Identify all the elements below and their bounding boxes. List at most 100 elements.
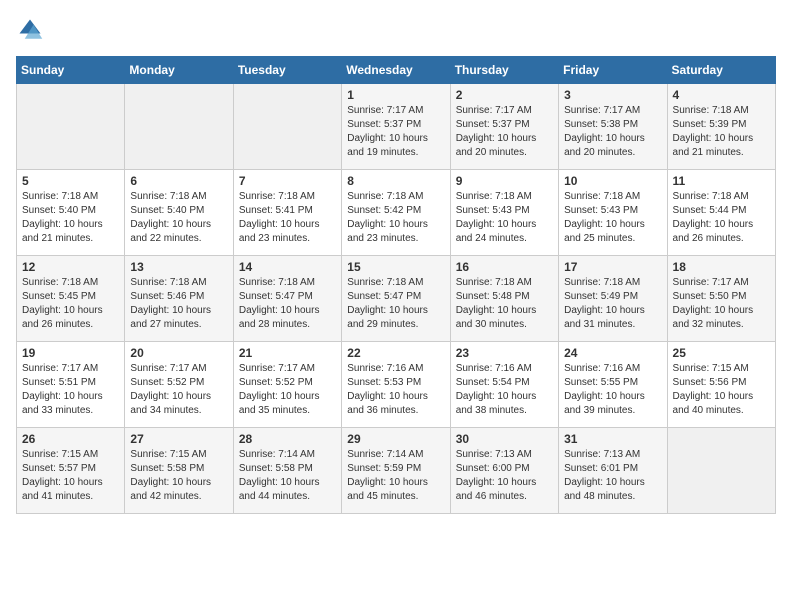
day-info: Sunrise: 7:18 AM Sunset: 5:43 PM Dayligh… bbox=[564, 190, 661, 246]
day-info: Sunrise: 7:18 AM Sunset: 5:40 PM Dayligh… bbox=[22, 190, 119, 246]
day-number: 16 bbox=[456, 260, 553, 274]
day-cell: 19Sunrise: 7:17 AM Sunset: 5:51 PM Dayli… bbox=[17, 342, 125, 428]
day-info: Sunrise: 7:18 AM Sunset: 5:39 PM Dayligh… bbox=[673, 104, 770, 160]
day-number: 23 bbox=[456, 346, 553, 360]
header-cell-thursday: Thursday bbox=[450, 57, 558, 84]
logo bbox=[16, 16, 48, 44]
day-cell: 17Sunrise: 7:18 AM Sunset: 5:49 PM Dayli… bbox=[559, 256, 667, 342]
week-row-5: 26Sunrise: 7:15 AM Sunset: 5:57 PM Dayli… bbox=[17, 428, 776, 514]
header-cell-sunday: Sunday bbox=[17, 57, 125, 84]
day-info: Sunrise: 7:17 AM Sunset: 5:52 PM Dayligh… bbox=[130, 362, 227, 418]
day-info: Sunrise: 7:14 AM Sunset: 5:59 PM Dayligh… bbox=[347, 448, 444, 504]
day-cell: 1 Sunrise: 7:17 AM Sunset: 5:37 PM Daylig… bbox=[342, 84, 450, 170]
day-cell: 13 Sunrise: 7:18 AM Sunset: 5:46 PM Dayli… bbox=[125, 256, 233, 342]
day-info: Sunrise: 7:16 AM Sunset: 5:53 PM Dayligh… bbox=[347, 362, 444, 418]
day-info: Sunrise: 7:18 AM Sunset: 5:40 PM Dayligh… bbox=[130, 190, 227, 246]
week-row-1: 1 Sunrise: 7:17 AM Sunset: 5:37 PM Daylig… bbox=[17, 84, 776, 170]
week-row-2: 5 Sunrise: 7:18 AM Sunset: 5:40 PM Daylig… bbox=[17, 170, 776, 256]
day-info: Sunrise: 7:17 AM Sunset: 5:50 PM Dayligh… bbox=[673, 276, 770, 332]
day-number: 4 bbox=[673, 88, 770, 102]
day-cell: 11Sunrise: 7:18 AM Sunset: 5:44 PM Dayli… bbox=[667, 170, 775, 256]
day-cell: 27 Sunrise: 7:15 AM Sunset: 5:58 PM Dayli… bbox=[125, 428, 233, 514]
day-cell bbox=[17, 84, 125, 170]
day-cell: 20 Sunrise: 7:17 AM Sunset: 5:52 PM Dayli… bbox=[125, 342, 233, 428]
day-info: Sunrise: 7:18 AM Sunset: 5:42 PM Dayligh… bbox=[347, 190, 444, 246]
day-cell: 7 Sunrise: 7:18 AM Sunset: 5:41 PM Daylig… bbox=[233, 170, 341, 256]
day-number: 6 bbox=[130, 174, 227, 188]
day-cell: 22 Sunrise: 7:16 AM Sunset: 5:53 PM Dayli… bbox=[342, 342, 450, 428]
header-cell-tuesday: Tuesday bbox=[233, 57, 341, 84]
day-cell: 14 Sunrise: 7:18 AM Sunset: 5:47 PM Dayli… bbox=[233, 256, 341, 342]
day-cell: 31Sunrise: 7:13 AM Sunset: 6:01 PM Dayli… bbox=[559, 428, 667, 514]
day-info: Sunrise: 7:18 AM Sunset: 5:43 PM Dayligh… bbox=[456, 190, 553, 246]
calendar-table: SundayMondayTuesdayWednesdayThursdayFrid… bbox=[16, 56, 776, 514]
day-number: 9 bbox=[456, 174, 553, 188]
day-number: 10 bbox=[564, 174, 661, 188]
day-cell: 2Sunrise: 7:17 AM Sunset: 5:37 PM Daylig… bbox=[450, 84, 558, 170]
day-cell bbox=[125, 84, 233, 170]
day-number: 20 bbox=[130, 346, 227, 360]
day-number: 1 bbox=[347, 88, 444, 102]
day-info: Sunrise: 7:14 AM Sunset: 5:58 PM Dayligh… bbox=[239, 448, 336, 504]
day-number: 27 bbox=[130, 432, 227, 446]
day-cell: 30 Sunrise: 7:13 AM Sunset: 6:00 PM Dayli… bbox=[450, 428, 558, 514]
week-row-4: 19Sunrise: 7:17 AM Sunset: 5:51 PM Dayli… bbox=[17, 342, 776, 428]
day-info: Sunrise: 7:15 AM Sunset: 5:56 PM Dayligh… bbox=[673, 362, 770, 418]
day-number: 12 bbox=[22, 260, 119, 274]
day-info: Sunrise: 7:16 AM Sunset: 5:55 PM Dayligh… bbox=[564, 362, 661, 418]
header-cell-saturday: Saturday bbox=[667, 57, 775, 84]
day-info: Sunrise: 7:13 AM Sunset: 6:00 PM Dayligh… bbox=[456, 448, 553, 504]
day-cell: 12Sunrise: 7:18 AM Sunset: 5:45 PM Dayli… bbox=[17, 256, 125, 342]
day-cell: 25Sunrise: 7:15 AM Sunset: 5:56 PM Dayli… bbox=[667, 342, 775, 428]
day-info: Sunrise: 7:17 AM Sunset: 5:51 PM Dayligh… bbox=[22, 362, 119, 418]
day-cell: 4 Sunrise: 7:18 AM Sunset: 5:39 PM Daylig… bbox=[667, 84, 775, 170]
day-info: Sunrise: 7:18 AM Sunset: 5:47 PM Dayligh… bbox=[239, 276, 336, 332]
day-number: 24 bbox=[564, 346, 661, 360]
day-cell: 18 Sunrise: 7:17 AM Sunset: 5:50 PM Dayli… bbox=[667, 256, 775, 342]
day-number: 31 bbox=[564, 432, 661, 446]
day-cell: 15 Sunrise: 7:18 AM Sunset: 5:47 PM Dayli… bbox=[342, 256, 450, 342]
day-number: 2 bbox=[456, 88, 553, 102]
day-info: Sunrise: 7:18 AM Sunset: 5:47 PM Dayligh… bbox=[347, 276, 444, 332]
day-cell: 9 Sunrise: 7:18 AM Sunset: 5:43 PM Daylig… bbox=[450, 170, 558, 256]
logo-icon bbox=[16, 16, 44, 44]
day-cell: 8 Sunrise: 7:18 AM Sunset: 5:42 PM Daylig… bbox=[342, 170, 450, 256]
day-number: 22 bbox=[347, 346, 444, 360]
day-cell: 26Sunrise: 7:15 AM Sunset: 5:57 PM Dayli… bbox=[17, 428, 125, 514]
day-info: Sunrise: 7:18 AM Sunset: 5:49 PM Dayligh… bbox=[564, 276, 661, 332]
day-number: 21 bbox=[239, 346, 336, 360]
day-cell: 16 Sunrise: 7:18 AM Sunset: 5:48 PM Dayli… bbox=[450, 256, 558, 342]
day-cell bbox=[667, 428, 775, 514]
day-cell: 23 Sunrise: 7:16 AM Sunset: 5:54 PM Dayli… bbox=[450, 342, 558, 428]
day-number: 7 bbox=[239, 174, 336, 188]
day-cell: 10 Sunrise: 7:18 AM Sunset: 5:43 PM Dayli… bbox=[559, 170, 667, 256]
header-cell-monday: Monday bbox=[125, 57, 233, 84]
day-number: 8 bbox=[347, 174, 444, 188]
day-cell: 28 Sunrise: 7:14 AM Sunset: 5:58 PM Dayli… bbox=[233, 428, 341, 514]
day-number: 29 bbox=[347, 432, 444, 446]
day-info: Sunrise: 7:17 AM Sunset: 5:52 PM Dayligh… bbox=[239, 362, 336, 418]
day-cell: 24 Sunrise: 7:16 AM Sunset: 5:55 PM Dayli… bbox=[559, 342, 667, 428]
day-number: 5 bbox=[22, 174, 119, 188]
day-info: Sunrise: 7:18 AM Sunset: 5:41 PM Dayligh… bbox=[239, 190, 336, 246]
day-cell: 6 Sunrise: 7:18 AM Sunset: 5:40 PM Daylig… bbox=[125, 170, 233, 256]
day-info: Sunrise: 7:18 AM Sunset: 5:46 PM Dayligh… bbox=[130, 276, 227, 332]
day-info: Sunrise: 7:17 AM Sunset: 5:38 PM Dayligh… bbox=[564, 104, 661, 160]
header-row: SundayMondayTuesdayWednesdayThursdayFrid… bbox=[17, 57, 776, 84]
day-number: 3 bbox=[564, 88, 661, 102]
day-number: 26 bbox=[22, 432, 119, 446]
day-info: Sunrise: 7:18 AM Sunset: 5:44 PM Dayligh… bbox=[673, 190, 770, 246]
day-number: 15 bbox=[347, 260, 444, 274]
day-info: Sunrise: 7:16 AM Sunset: 5:54 PM Dayligh… bbox=[456, 362, 553, 418]
day-number: 14 bbox=[239, 260, 336, 274]
day-number: 28 bbox=[239, 432, 336, 446]
day-info: Sunrise: 7:15 AM Sunset: 5:58 PM Dayligh… bbox=[130, 448, 227, 504]
day-number: 30 bbox=[456, 432, 553, 446]
day-number: 18 bbox=[673, 260, 770, 274]
day-number: 13 bbox=[130, 260, 227, 274]
week-row-3: 12Sunrise: 7:18 AM Sunset: 5:45 PM Dayli… bbox=[17, 256, 776, 342]
day-cell: 29 Sunrise: 7:14 AM Sunset: 5:59 PM Dayli… bbox=[342, 428, 450, 514]
day-info: Sunrise: 7:18 AM Sunset: 5:48 PM Dayligh… bbox=[456, 276, 553, 332]
day-cell: 5 Sunrise: 7:18 AM Sunset: 5:40 PM Daylig… bbox=[17, 170, 125, 256]
day-info: Sunrise: 7:17 AM Sunset: 5:37 PM Dayligh… bbox=[347, 104, 444, 160]
